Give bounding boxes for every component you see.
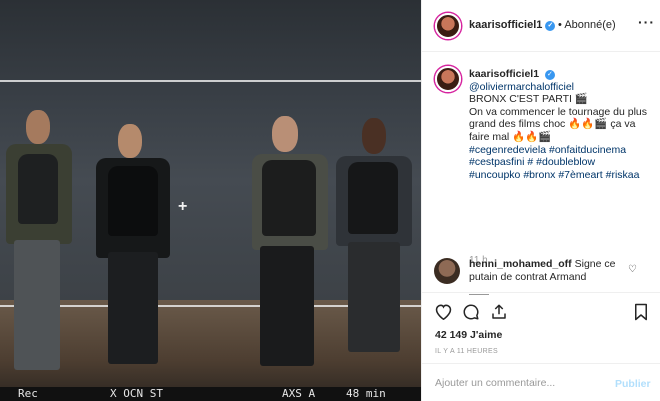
follow-status[interactable]: • Abonné(e) [558, 19, 616, 31]
hud-format: AXS A [282, 387, 316, 400]
verified-badge-icon: ✓ [544, 70, 555, 80]
hashtag-link[interactable]: #riskaa [606, 169, 640, 181]
author-avatar[interactable] [435, 13, 461, 39]
like-count[interactable]: 42 149 J'aime [435, 329, 502, 341]
actor-figure [332, 118, 418, 358]
post-timestamp: IL Y A 11 HEURES [435, 348, 498, 355]
hashtag-link[interactable]: #onfaitducinema [549, 144, 626, 156]
hashtag-link[interactable]: #7èmeart [558, 169, 602, 181]
hud-rec: Rec [18, 387, 38, 400]
comment-bubble-icon[interactable] [462, 303, 480, 326]
caption-text: kaarisofficiel1 ✓ @oliviermarchalofficie… [469, 68, 649, 181]
more-options-icon[interactable]: ··· [638, 14, 655, 30]
actor-figure [248, 116, 338, 376]
hashtag-link[interactable]: #doubleblow [536, 156, 595, 168]
comment-input[interactable] [435, 377, 595, 389]
post-photo[interactable]: + Rec X OCN ST AXS A 48 min [0, 0, 421, 401]
comment-text: henni_mohamed_off Signe ce putain de con… [469, 258, 639, 283]
hashtag-link[interactable]: # [527, 156, 533, 168]
hud-code: X OCN ST [110, 387, 163, 400]
commenter-username[interactable]: henni_mohamed_off [469, 258, 572, 270]
commenter-avatar[interactable] [434, 258, 460, 284]
caption-line-1: BRONX C'EST PARTI 🎬 [469, 93, 588, 106]
caption-author-avatar[interactable] [435, 66, 461, 92]
share-icon[interactable] [490, 303, 508, 326]
camera-hud: Rec X OCN ST AXS A 48 min [0, 387, 421, 401]
caption-mention[interactable]: @oliviermarchalofficiel [469, 81, 574, 93]
bookmark-icon[interactable] [633, 303, 649, 326]
comment-item: henni_mohamed_off Signe ce putain de con… [422, 256, 660, 292]
hashtag-link[interactable]: #cestpasfini [469, 156, 524, 168]
hashtag-link[interactable]: #bronx [523, 169, 555, 181]
dot-separator: • [558, 19, 562, 31]
comment-like-icon[interactable]: ♡ [628, 264, 637, 275]
like-heart-icon[interactable] [434, 303, 453, 325]
actor-figure [94, 124, 184, 374]
publish-button[interactable]: Publier [615, 378, 651, 390]
caption-line-2: On va commencer le tournage du plus gran… [469, 105, 648, 143]
actor-figure [0, 110, 90, 380]
verified-badge-icon: ✓ [545, 21, 556, 31]
caption-username[interactable]: kaarisofficiel1 [469, 68, 539, 80]
author-username[interactable]: kaarisofficiel1 ✓ [469, 19, 556, 31]
hashtag-link[interactable]: #cegenredeviela [469, 144, 546, 156]
hashtag-link[interactable]: #uncoupko [469, 169, 520, 181]
follow-status-label: Abonné(e) [564, 19, 616, 31]
add-comment-bar: Publier [422, 363, 660, 401]
hud-time: 48 min [346, 387, 386, 400]
post-actions: 42 149 J'aime IL Y A 11 HEURES Publier [422, 292, 660, 401]
post-side-panel: kaarisofficiel1 ✓ • Abonné(e) ··· kaariso… [421, 0, 660, 401]
frame-guide-top [0, 80, 421, 82]
post-header: kaarisofficiel1 ✓ • Abonné(e) ··· [422, 0, 660, 52]
